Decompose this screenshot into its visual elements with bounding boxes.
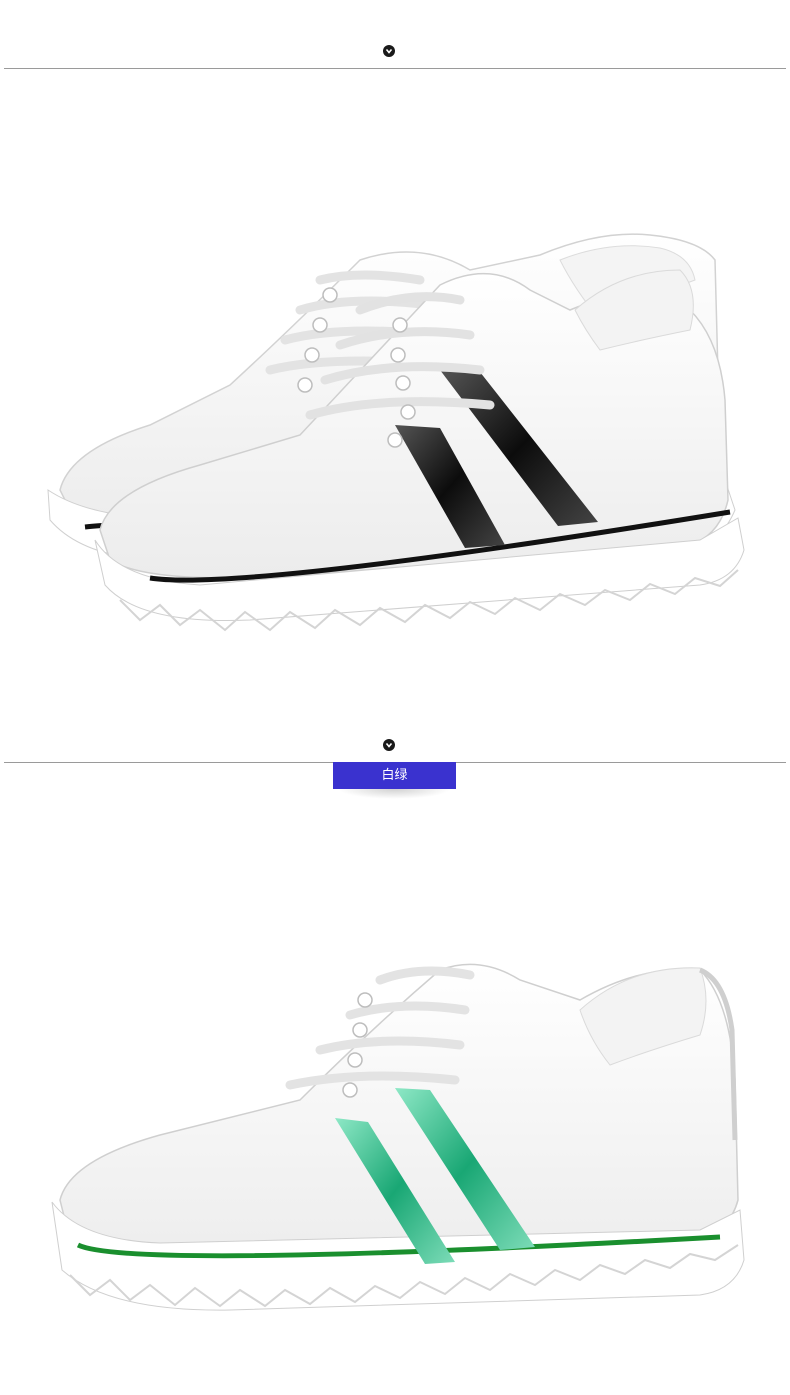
- tag-shadow: [338, 789, 451, 799]
- product-image-pair: [0, 200, 790, 660]
- section-divider: [4, 68, 786, 69]
- product-image-single: [0, 940, 790, 1360]
- color-tag: 白绿: [333, 762, 456, 789]
- white-green-sneaker: [51, 963, 745, 1311]
- chevron-down-icon: [383, 739, 395, 751]
- chevron-down-icon: [383, 45, 395, 57]
